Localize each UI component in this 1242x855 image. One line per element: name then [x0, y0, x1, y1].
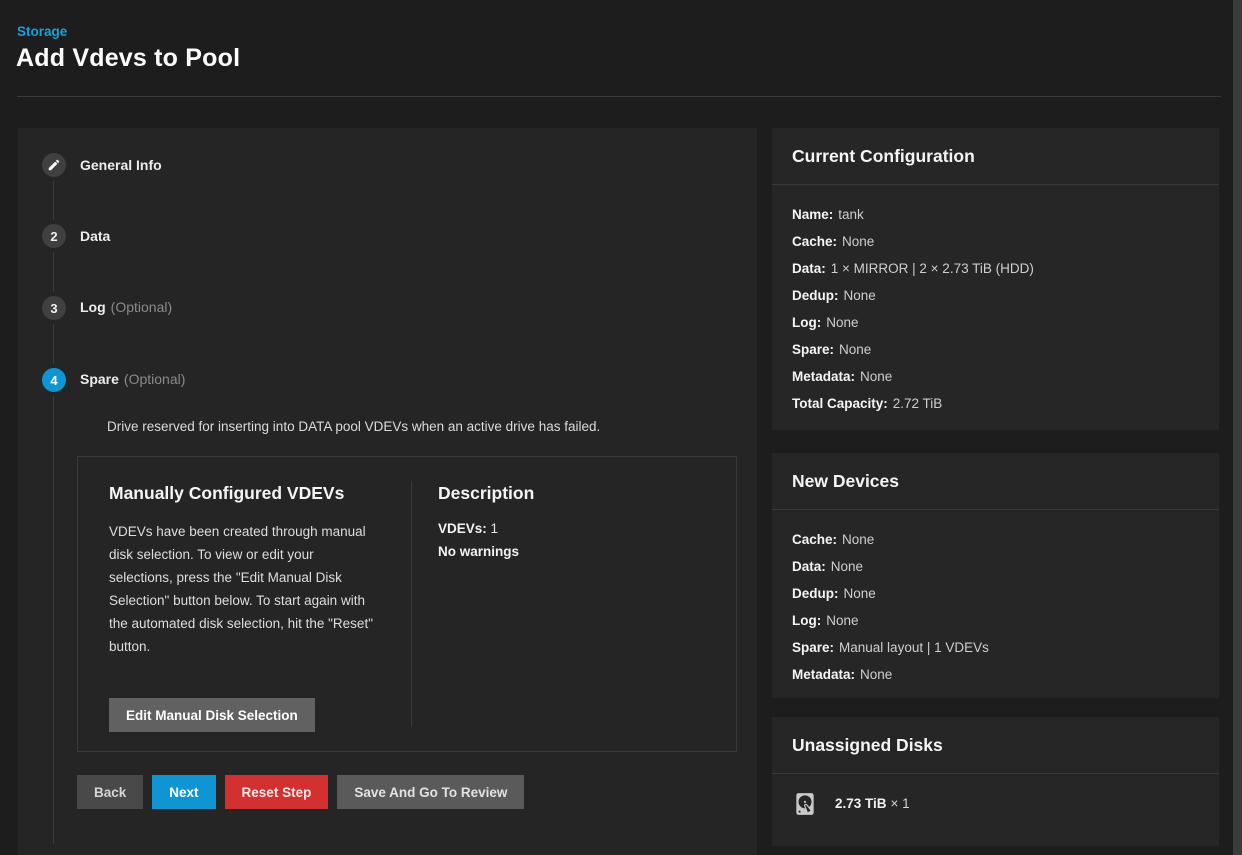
config-row: Metadata: None	[792, 363, 1199, 390]
device-row-label: Log:	[792, 613, 821, 628]
config-row-value: None	[842, 234, 874, 249]
step4-indicator: 4	[42, 368, 66, 392]
page-title: Add Vdevs to Pool	[16, 44, 240, 73]
wizard-panel: General Info 2 Data 3 Log (Optional) 4 Sp…	[18, 128, 757, 855]
config-row: Log: None	[792, 309, 1199, 336]
page-scrollbar-track	[1233, 0, 1242, 855]
device-row-value: None	[842, 532, 874, 547]
config-row: Data: 1 × MIRROR | 2 × 2.73 TiB (HDD)	[792, 255, 1199, 282]
config-row-label: Log:	[792, 315, 821, 330]
config-row-value: None	[844, 288, 876, 303]
config-row-label: Data:	[792, 261, 826, 276]
step-spare[interactable]: 4 Spare (Optional)	[42, 368, 185, 392]
device-row-label: Metadata:	[792, 667, 855, 682]
new-devices-panel: New Devices Cache: None Data: None Dedup: N…	[772, 453, 1219, 698]
device-row: Metadata: None	[792, 661, 1199, 688]
config-row-label: Dedup:	[792, 288, 839, 303]
device-row-label: Spare:	[792, 640, 834, 655]
card-vertical-divider	[411, 481, 412, 727]
step4-label: Spare	[80, 371, 119, 387]
new-devices-header: New Devices	[772, 453, 1219, 510]
config-row-value: None	[826, 315, 858, 330]
edit-manual-disk-selection-button[interactable]: Edit Manual Disk Selection	[109, 698, 315, 732]
device-row-label: Cache:	[792, 532, 837, 547]
config-row: Spare: None	[792, 336, 1199, 363]
device-row-value: None	[844, 586, 876, 601]
unassigned-disks-header: Unassigned Disks	[772, 717, 1219, 774]
disk-size-label: 2.73 TiB	[835, 796, 887, 811]
manual-vdevs-card: Manually Configured VDEVs VDEVs have bee…	[77, 456, 737, 752]
vdevs-count-value: 1	[491, 521, 499, 536]
device-row-value: Manual layout | 1 VDEVs	[839, 640, 989, 655]
device-row-value: None	[860, 667, 892, 682]
back-button[interactable]: Back	[77, 775, 143, 809]
config-row-value: None	[839, 342, 871, 357]
step-data[interactable]: 2 Data	[42, 224, 110, 248]
next-button[interactable]: Next	[152, 775, 215, 809]
header-divider	[17, 96, 1221, 97]
page-scrollbar-thumb[interactable]	[1233, 0, 1242, 855]
edit-icon	[47, 158, 61, 172]
current-configuration-panel: Current Configuration Name: tank Cache: No…	[772, 128, 1219, 430]
breadcrumb-storage-link[interactable]: Storage	[17, 24, 67, 39]
device-row: Cache: None	[792, 526, 1199, 553]
config-row-label: Metadata:	[792, 369, 855, 384]
config-row-value: None	[860, 369, 892, 384]
stepper-connector	[53, 181, 54, 220]
spare-step-description: Drive reserved for inserting into DATA p…	[107, 419, 727, 434]
step4-optional: (Optional)	[124, 371, 185, 387]
device-row-label: Dedup:	[792, 586, 839, 601]
config-row-label: Cache:	[792, 234, 837, 249]
device-row: Dedup: None	[792, 580, 1199, 607]
config-row: Name: tank	[792, 201, 1199, 228]
config-row-value: tank	[838, 207, 864, 222]
config-row: Cache: None	[792, 228, 1199, 255]
unassigned-disks-panel: Unassigned Disks 2.73 TiB × 1	[772, 717, 1219, 846]
warnings-line: No warnings	[438, 544, 519, 559]
vdevs-count-label: VDEVs:	[438, 521, 487, 536]
stepper-connector	[53, 324, 54, 364]
config-row-value: 2.72 TiB	[893, 396, 943, 411]
new-devices-title: New Devices	[792, 471, 899, 492]
wizard-actions: Back Next Reset Step Save And Go To Revi…	[77, 775, 524, 809]
vdevs-count-line: VDEVs: 1	[438, 521, 498, 536]
step1-label: General Info	[80, 157, 162, 173]
device-row: Spare: Manual layout | 1 VDEVs	[792, 634, 1199, 661]
unassigned-disks-title: Unassigned Disks	[792, 735, 943, 756]
add-vdevs-page: Storage Add Vdevs to Pool General Info 2…	[0, 0, 1242, 855]
current-configuration-header: Current Configuration	[772, 128, 1219, 185]
config-row-label: Total Capacity:	[792, 396, 888, 411]
step-general-info[interactable]: General Info	[42, 153, 162, 177]
step-log[interactable]: 3 Log (Optional)	[42, 296, 172, 320]
device-row: Log: None	[792, 607, 1199, 634]
step2-indicator: 2	[42, 224, 66, 248]
manual-card-body: VDEVs have been created through manual d…	[109, 520, 381, 658]
current-configuration-rows: Name: tank Cache: None Data: 1 × MIRROR | 2…	[772, 185, 1219, 425]
step2-label: Data	[80, 228, 110, 244]
disk-count-label: × 1	[891, 796, 910, 811]
config-row: Dedup: None	[792, 282, 1199, 309]
unassigned-disk-row: 2.73 TiB × 1	[772, 774, 1219, 834]
config-row-value: 1 × MIRROR | 2 × 2.73 TiB (HDD)	[831, 261, 1034, 276]
stepper-connector	[53, 396, 54, 844]
harddisk-icon	[792, 791, 818, 817]
save-and-go-to-review-button[interactable]: Save And Go To Review	[337, 775, 524, 809]
config-row-label: Spare:	[792, 342, 834, 357]
new-devices-rows: Cache: None Data: None Dedup: None Log: None…	[772, 510, 1219, 696]
reset-step-button[interactable]: Reset Step	[225, 775, 329, 809]
step3-optional: (Optional)	[111, 299, 172, 315]
description-title: Description	[438, 483, 534, 504]
device-row-label: Data:	[792, 559, 826, 574]
config-row: Total Capacity: 2.72 TiB	[792, 390, 1199, 417]
device-row-value: None	[826, 613, 858, 628]
device-row: Data: None	[792, 553, 1199, 580]
step1-indicator	[42, 153, 66, 177]
step3-label: Log	[80, 299, 106, 315]
current-configuration-title: Current Configuration	[792, 146, 975, 167]
device-row-value: None	[831, 559, 863, 574]
config-row-label: Name:	[792, 207, 833, 222]
manual-card-title: Manually Configured VDEVs	[109, 483, 344, 504]
step3-indicator: 3	[42, 296, 66, 320]
stepper-connector	[53, 252, 54, 292]
